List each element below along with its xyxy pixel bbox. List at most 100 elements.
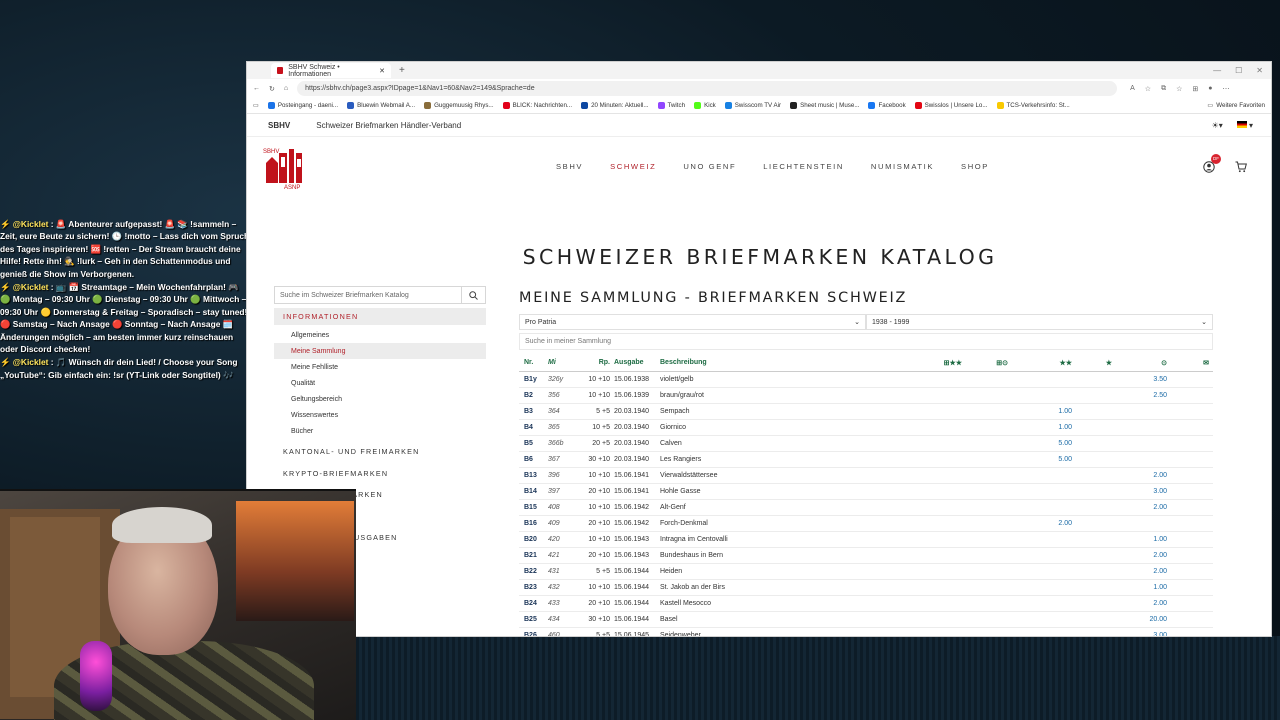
col-mi[interactable]: Mi — [544, 355, 574, 372]
period-select[interactable]: 1938 - 1999 ⌄ — [866, 314, 1213, 330]
col-block-mint[interactable]: ⊞★★ — [882, 355, 962, 372]
account-icon[interactable]: DF — [1203, 154, 1221, 178]
cell-beschreibung: braun/grau/rot — [660, 387, 882, 404]
sidebar-category[interactable]: KANTONAL- UND FREIMARKEN — [274, 441, 486, 462]
favorite-item[interactable]: Guggemuusig Rhys... — [424, 102, 494, 109]
table-row[interactable]: B23 432 10 +10 15.06.1944 St. Jakob an der B… — [519, 579, 1213, 596]
favorite-item[interactable]: 20 Minuten: Aktuell... — [581, 102, 649, 109]
table-row[interactable]: B2 356 10 +10 15.06.1939 braun/grau/rot 2.50 — [519, 387, 1213, 404]
favorite-item[interactable]: Swisscom TV Air — [724, 102, 781, 109]
nav-item-schweiz[interactable]: SCHWEIZ — [610, 162, 656, 171]
tab-close-icon[interactable]: ✕ — [379, 67, 385, 75]
table-row[interactable]: B1y 326y 10 +10 15.06.1938 violett/gelb 3.50 — [519, 371, 1213, 388]
site-brand[interactable]: SBHV — [268, 121, 290, 130]
catalog-search-input[interactable]: Suche im Schweizer Briefmarken Katalog — [275, 292, 461, 299]
table-row[interactable]: B3 364 5 +5 20.03.1940 Sempach 1.00 — [519, 403, 1213, 420]
cell-used — [1112, 435, 1167, 452]
cell-rp: 10 +10 — [574, 499, 614, 516]
category-select[interactable]: Pro Patria ⌄ — [519, 314, 866, 330]
profile-icon[interactable]: ● — [1208, 85, 1212, 93]
cell-beschreibung: Seidenweber — [660, 627, 882, 636]
home-icon[interactable]: ⌂ — [284, 85, 288, 92]
cell-mi: 364 — [544, 403, 574, 420]
col-hinged[interactable]: ★ — [1072, 355, 1112, 372]
other-favorites[interactable]: ▭ Weitere Favoriten — [1207, 102, 1265, 109]
table-row[interactable]: B5 366b 20 +5 20.03.1940 Calven 5.00 — [519, 435, 1213, 452]
table-row[interactable]: B22 431 5 +5 15.06.1944 Heiden 2.00 — [519, 563, 1213, 580]
table-row[interactable]: B4 365 10 +5 20.03.1940 Giornico 1.00 — [519, 419, 1213, 436]
col-beschreibung[interactable]: Beschreibung — [660, 355, 882, 372]
sidebar-category[interactable]: KRYPTO-BRIEFMARKEN — [274, 462, 486, 483]
table-row[interactable]: B20 420 10 +10 15.06.1943 Intragna im Centov… — [519, 531, 1213, 548]
theme-toggle-icon[interactable]: ☀▾ — [1212, 121, 1223, 130]
sbhv-logo[interactable]: SBHV ASNP — [262, 145, 306, 191]
maximize-icon[interactable]: ☐ — [1235, 66, 1242, 75]
nav-item-sbhv[interactable]: SBHV — [556, 162, 583, 171]
browser-tab[interactable]: SBHV Schweiz • Informationen ✕ — [271, 63, 391, 78]
col-rp[interactable]: Rp. — [574, 355, 614, 372]
catalog-search[interactable]: Suche im Schweizer Briefmarken Katalog — [274, 286, 486, 304]
favorites-icon[interactable]: ☆ — [1176, 85, 1182, 93]
favorite-item[interactable]: Sheet music | Muse... — [790, 102, 859, 109]
collections-icon[interactable]: ⊞ — [1192, 85, 1198, 93]
favorite-item[interactable]: Twitch — [657, 102, 685, 109]
sidebar-subitem[interactable]: Allgemeines — [274, 327, 486, 343]
favorites-toggle-icon[interactable]: ▭ — [253, 102, 259, 109]
cell-ausgabe: 20.03.1940 — [614, 451, 660, 468]
back-icon[interactable]: ← — [253, 85, 260, 92]
cell-ausgabe: 15.06.1942 — [614, 515, 660, 532]
sidebar-subitem[interactable]: Meine Sammlung — [274, 343, 486, 359]
table-row[interactable]: B26 460 5 +5 15.06.1945 Seidenweber 3.00 — [519, 627, 1213, 636]
cell-beschreibung: Giornico — [660, 419, 882, 436]
sidebar-subitem[interactable]: Qualität — [274, 375, 486, 391]
favorite-label: BLICK: Nachrichten... — [512, 102, 573, 109]
table-row[interactable]: B13 396 10 +10 15.06.1941 Vierwaldstättersee… — [519, 467, 1213, 484]
table-header: Nr. Mi Rp. Ausgabe Beschreibung ⊞★★ ⊞⊙ ★… — [519, 355, 1213, 372]
col-nr[interactable]: Nr. — [519, 355, 544, 372]
favorite-item[interactable]: BLICK: Nachrichten... — [502, 102, 573, 109]
favorite-star-icon[interactable]: ☆ — [1145, 85, 1151, 93]
cell-mint — [1008, 595, 1072, 612]
minimize-icon[interactable]: — — [1213, 66, 1221, 75]
col-ausgabe[interactable]: Ausgabe — [614, 355, 660, 372]
url-field[interactable]: https://sbhv.ch/page3.aspx?IDpage=1&Nav1… — [297, 81, 1118, 96]
cart-icon[interactable] — [1235, 160, 1247, 178]
sidebar-category-informationen[interactable]: INFORMATIONEN — [274, 308, 486, 325]
favorite-item[interactable]: Bluewin Webmail A... — [347, 102, 415, 109]
col-cover[interactable]: ✉ — [1167, 355, 1213, 372]
favorite-item[interactable]: Kick — [694, 102, 716, 109]
cell-hinged — [1072, 627, 1112, 636]
sidebar-subitem[interactable]: Bücher — [274, 423, 486, 439]
close-window-icon[interactable]: ✕ — [1256, 66, 1263, 75]
more-icon[interactable]: ⋯ — [1222, 85, 1229, 93]
col-block-used[interactable]: ⊞⊙ — [962, 355, 1008, 372]
table-row[interactable]: B25 434 30 +10 15.06.1944 Basel 20.00 — [519, 611, 1213, 628]
extensions-icon[interactable]: ⧉ — [1161, 85, 1166, 93]
table-row[interactable]: B6 367 30 +10 20.03.1940 Les Rangiers 5.00 — [519, 451, 1213, 468]
language-select[interactable]: ▾ — [1236, 121, 1253, 130]
collection-search-input[interactable]: Suche in meiner Sammlung — [519, 333, 1213, 350]
search-icon[interactable] — [461, 287, 485, 303]
favorite-item[interactable]: Facebook — [868, 102, 906, 109]
table-row[interactable]: B14 397 20 +10 15.06.1941 Hohle Gasse 3.00 — [519, 483, 1213, 500]
reload-icon[interactable]: ↻ — [269, 85, 275, 93]
table-row[interactable]: B24 433 20 +10 15.06.1944 Kastell Mesocco 2.0… — [519, 595, 1213, 612]
nav-item-uno-genf[interactable]: UNO GENF — [683, 162, 736, 171]
table-row[interactable]: B15 408 10 +10 15.06.1942 Alt-Genf 2.00 — [519, 499, 1213, 516]
favorite-item[interactable]: Posteingang - daeni... — [267, 102, 338, 109]
new-tab-icon[interactable]: + — [399, 65, 405, 76]
favorite-item[interactable]: TCS-Verkehrsinfo: St... — [996, 102, 1070, 109]
table-row[interactable]: B21 421 20 +10 15.06.1943 Bundeshaus in Bern… — [519, 547, 1213, 564]
table-row[interactable]: B16 409 20 +10 15.06.1942 Forch-Denkmal 2.00 — [519, 515, 1213, 532]
favorite-item[interactable]: Swisslos | Unsere Lo... — [914, 102, 988, 109]
nav-item-liechtenstein[interactable]: LIECHTENSTEIN — [763, 162, 844, 171]
cell-ausgabe: 15.06.1941 — [614, 483, 660, 500]
col-used[interactable]: ⊙ — [1112, 355, 1167, 372]
sidebar-subitem[interactable]: Geltungsbereich — [274, 391, 486, 407]
col-mint[interactable]: ★★ — [1008, 355, 1072, 372]
sidebar-subitem[interactable]: Wissenswertes — [274, 407, 486, 423]
nav-item-shop[interactable]: SHOP — [961, 162, 989, 171]
sidebar-subitem[interactable]: Meine Fehlliste — [274, 359, 486, 375]
read-aloud-icon[interactable]: A — [1130, 85, 1135, 93]
nav-item-numismatik[interactable]: NUMISMATIK — [871, 162, 934, 171]
